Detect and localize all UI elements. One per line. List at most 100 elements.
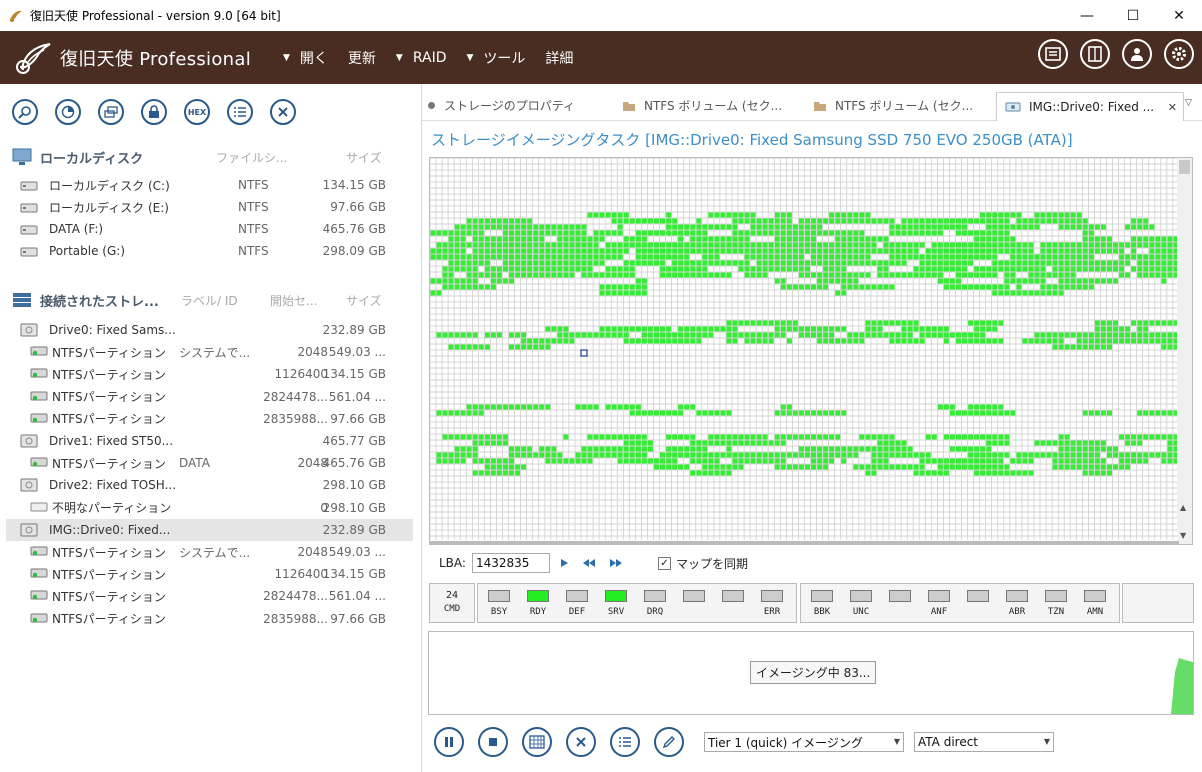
menu-details[interactable]: 詳細 — [545, 48, 573, 68]
sector-block — [907, 452, 913, 458]
scan-button[interactable] — [55, 99, 81, 125]
list-button[interactable] — [610, 727, 640, 757]
close-button[interactable] — [270, 99, 296, 125]
scroll-thumb[interactable] — [1179, 160, 1190, 174]
storage-item-size: 134.15 GB — [322, 567, 386, 582]
menu-tools[interactable]: ▼ ツール — [467, 48, 526, 68]
sector-block — [792, 236, 798, 242]
tab-storage-properties[interactable]: ストレージのプロパティ — [428, 92, 614, 119]
tab-ntfs-volume-1[interactable]: NTFS ボリューム (セク... — [622, 92, 806, 119]
list-button[interactable] — [227, 99, 253, 125]
menu-raid[interactable]: ▼ RAID — [396, 50, 447, 66]
play-icon[interactable] — [559, 558, 569, 568]
panel-button[interactable] — [1080, 39, 1110, 69]
edit-button[interactable] — [654, 727, 684, 757]
sector-block — [1155, 434, 1161, 440]
map-vertical-scrollbar[interactable]: ▲ ▼ — [1177, 158, 1192, 544]
sector-block — [702, 260, 708, 266]
local-disk-row[interactable]: ローカルディスク (E:) NTFS 97.66 GB — [0, 196, 413, 218]
lock-button[interactable] — [141, 99, 167, 125]
storage-drive-row[interactable]: Drive2: Fixed TOSH... 298.10 GB — [6, 474, 413, 496]
storage-drive-row[interactable]: Drive1: Fixed ST50... 465.77 GB — [6, 430, 413, 452]
tab-list-dropdown-icon[interactable]: ▽ — [1185, 98, 1192, 108]
storage-partition-row[interactable]: NTFSパーティション 1126400 134.15 GB — [6, 563, 413, 585]
stop-button[interactable] — [478, 727, 508, 757]
cancel-button[interactable] — [566, 727, 596, 757]
rewind-icon[interactable] — [582, 558, 596, 568]
storage-partition-row[interactable]: 不明なパーティション 0 298.10 GB — [6, 497, 413, 519]
storage-partition-row[interactable]: NTFSパーティション システムで... 2048 549.03 ... — [6, 341, 413, 363]
pause-button[interactable] — [434, 727, 464, 757]
sector-block — [780, 434, 786, 440]
sector-block — [1040, 218, 1046, 224]
fast-forward-icon[interactable] — [609, 558, 623, 568]
storage-partition-row[interactable]: NTFSパーティション 1126400 134.15 GB — [6, 363, 413, 385]
storage-drive-row[interactable]: IMG::Drive0: Fixed... 232.89 GB — [6, 518, 413, 541]
sector-block — [660, 248, 665, 254]
sector-block — [949, 224, 955, 230]
tab-ntfs-volume-2[interactable]: NTFS ボリューム (セク... — [813, 92, 997, 119]
lba-input[interactable]: 1432835 — [471, 553, 550, 573]
menu-open[interactable]: ▼ 開く — [283, 48, 328, 68]
storage-partition-row[interactable]: NTFSパーティション DATA 2048 465.76 GB — [6, 452, 413, 474]
close-window-button[interactable]: ✕ — [1156, 0, 1202, 31]
map-button[interactable] — [522, 727, 552, 757]
sector-block — [1070, 278, 1076, 284]
local-disk-row[interactable]: DATA (F:) NTFS 465.76 GB — [0, 218, 413, 240]
sector-block — [1070, 284, 1076, 290]
sector-block — [786, 248, 792, 254]
storage-partition-row[interactable]: NTFSパーティション 2835988... 97.66 GB — [6, 408, 413, 430]
scroll-down-arrow-icon[interactable]: ▼ — [1180, 531, 1186, 540]
sector-block — [726, 260, 732, 266]
sector-block — [617, 212, 623, 218]
storage-partition-row[interactable]: NTFSパーティション 2835988... 97.66 GB — [6, 608, 413, 630]
settings-button[interactable] — [1164, 39, 1194, 69]
sector-block — [551, 446, 557, 452]
storage-partition-row[interactable]: NTFSパーティション 2824478... 561.04 ... — [6, 386, 413, 408]
sector-block — [1010, 272, 1016, 278]
sector-block — [871, 260, 877, 266]
log-button[interactable] — [1038, 39, 1068, 69]
sector-block — [1131, 248, 1137, 254]
sector-block — [1088, 248, 1094, 254]
hex-button[interactable]: HEX — [184, 99, 210, 125]
scroll-up-arrow-icon[interactable]: ▲ — [1180, 503, 1186, 512]
storage-drive-row[interactable]: Drive0: Fixed Sams... 232.89 GB — [6, 319, 413, 341]
sector-block — [907, 248, 913, 254]
tab-img-drive0[interactable]: IMG::Drive0: Fixed ... ✕ — [996, 92, 1184, 121]
imaging-mode-select[interactable]: Tier 1 (quick) イメージング ▼ — [704, 732, 904, 752]
user-button[interactable] — [1122, 39, 1152, 69]
sync-map-checkbox[interactable]: ✓ — [657, 556, 671, 570]
storage-item-name: NTFSパーティション — [52, 545, 166, 560]
menu-refresh[interactable]: 更新 — [348, 48, 376, 68]
sector-block — [466, 242, 472, 248]
sector-block — [1052, 212, 1058, 218]
storage-partition-row[interactable]: NTFSパーティション 2824478... 561.04 ... — [6, 585, 413, 607]
maximize-button[interactable]: ☐ — [1110, 0, 1156, 31]
sector-block — [714, 236, 720, 242]
sector-block — [877, 272, 883, 278]
sector-block — [980, 248, 986, 254]
storage-partition-row[interactable]: NTFSパーティション システムで... 2048 549.03 ... — [6, 541, 413, 563]
sector-block — [1070, 242, 1076, 248]
search-button[interactable] — [12, 99, 38, 125]
local-disk-row[interactable]: Portable (G:) NTFS 298.09 GB — [0, 240, 413, 262]
tab-close-icon[interactable]: ✕ — [1168, 101, 1177, 114]
logo: 復旧天使 Professional — [14, 40, 251, 76]
minimize-button[interactable]: — — [1064, 0, 1110, 31]
sector-block — [974, 218, 980, 224]
sector-map[interactable]: ▲ ▼ — [429, 157, 1193, 545]
local-disk-row[interactable]: ローカルディスク (C:) NTFS 134.15 GB — [0, 174, 413, 196]
sector-block — [817, 218, 823, 224]
sector-block — [654, 338, 659, 344]
sector-block — [635, 404, 641, 410]
sector-block — [527, 452, 533, 458]
panel-divider[interactable] — [421, 84, 422, 772]
copy-button[interactable] — [98, 99, 124, 125]
sector-block — [623, 290, 629, 296]
sector-block — [515, 272, 521, 278]
sector-block — [726, 248, 732, 254]
sector-block — [563, 230, 569, 236]
sector-block — [931, 272, 937, 278]
access-method-select[interactable]: ATA direct ▼ — [914, 732, 1054, 752]
